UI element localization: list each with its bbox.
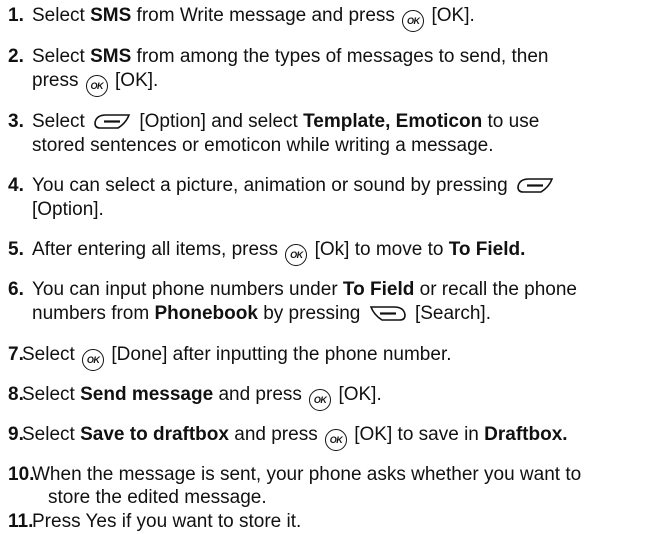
list-item: 5. After entering all items, press OK [O… bbox=[8, 238, 658, 266]
list-item: 2. Select SMS from among the types of me… bbox=[8, 45, 658, 97]
ok-key-icon: OK bbox=[324, 429, 347, 451]
list-item: 7. Select OK [Done] after inputting the … bbox=[8, 343, 658, 371]
ok-key-icon: OK bbox=[82, 349, 105, 371]
step-number: 9. bbox=[8, 424, 24, 445]
list-item: 11. Press Yes if you want to store it. bbox=[8, 511, 302, 532]
list-item: 1. Select SMS from Write message and pre… bbox=[8, 4, 658, 32]
list-item: 10. When the message is sent, your phone… bbox=[8, 464, 582, 485]
ok-key-icon: OK bbox=[402, 10, 425, 32]
list-item: 8. Select Send message and press OK [OK]… bbox=[8, 383, 658, 411]
ok-key-icon: OK bbox=[309, 389, 332, 411]
step-number: 1. bbox=[8, 5, 24, 26]
list-item: 4. You can select a picture, animation o… bbox=[8, 174, 658, 222]
step-number: 11. bbox=[8, 511, 34, 532]
step-number: 10. bbox=[8, 464, 35, 485]
left-soft-key-icon bbox=[517, 178, 554, 193]
list-item-continuation: store the edited message. bbox=[48, 487, 267, 508]
left-soft-key-icon bbox=[94, 114, 131, 129]
right-soft-key-icon bbox=[369, 306, 406, 321]
step-number: 7. bbox=[8, 344, 24, 365]
list-item: 6. You can input phone numbers under To … bbox=[8, 279, 578, 324]
list-item: 3. Select [Option] and select Template, … bbox=[8, 111, 540, 156]
ok-key-icon: OK bbox=[285, 244, 308, 266]
step-number: 4. bbox=[8, 175, 24, 196]
list-item: 9. Select Save to draftbox and press OK … bbox=[8, 423, 658, 451]
step-number: 2. bbox=[8, 46, 24, 67]
step-number: 5. bbox=[8, 239, 24, 260]
step-number: 3. bbox=[8, 111, 24, 132]
step-number: 8. bbox=[8, 384, 24, 405]
ok-key-icon: OK bbox=[85, 75, 108, 97]
step-number: 6. bbox=[8, 279, 24, 300]
